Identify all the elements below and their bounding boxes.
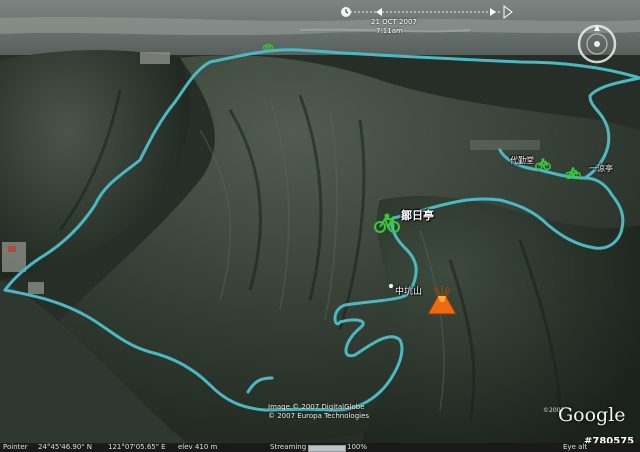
eye-altitude-label: Eye alt: [563, 443, 588, 451]
mountain-pin: [389, 284, 393, 288]
place-label-pavilion[interactable]: 鄒日亭: [401, 207, 434, 223]
streaming-percent: 100%: [347, 443, 368, 451]
time-slider-right-handle: [490, 8, 496, 16]
pointer-longitude: 121°07'05.65" E: [108, 443, 166, 451]
place-label-first-pavilion[interactable]: 一涼亭: [589, 163, 613, 174]
pointer-latitude: 24°45'46.90" N: [38, 443, 92, 451]
compass-navigation-icon[interactable]: [576, 23, 618, 65]
bicycle-icon[interactable]: [535, 158, 551, 170]
time-slider-clock: 7:11am: [376, 27, 403, 35]
streaming-progress-bar: [308, 445, 346, 452]
time-slider-left-handle: [376, 8, 382, 16]
attribution-line-2: © 2007 Europa Technologies: [268, 412, 370, 420]
place-label-activity-hall[interactable]: 代勤堂: [510, 155, 534, 166]
bicycle-icon[interactable]: [565, 167, 581, 179]
imagery-attribution: Image © 2007 DigitalGlobe © 2007 Europa …: [268, 403, 369, 421]
streaming-label: Streaming: [270, 443, 307, 451]
google-logo: Google: [558, 404, 626, 426]
play-icon: [503, 5, 513, 19]
attribution-line-1: Image © 2007 DigitalGlobe: [268, 403, 365, 411]
pointer-label: Pointer: [3, 443, 28, 451]
bicycle-icon[interactable]: [263, 42, 273, 50]
status-bar: Pointer 24°45'46.90" N 121°07'05.65" E e…: [0, 443, 640, 452]
pointer-elevation: elev 410 m: [178, 443, 218, 451]
red-roof: [8, 246, 16, 252]
clearing-top: [140, 52, 170, 64]
terrain-map[interactable]: [0, 0, 640, 452]
bicycle-icon[interactable]: [374, 213, 400, 233]
map-viewport[interactable]: 鄒日亭 中坑山 代勤堂 一涼亭 21 OCT 2007 7:11am Image…: [0, 0, 640, 452]
time-slider[interactable]: [336, 2, 522, 22]
streaming-progress-fill: [309, 446, 345, 451]
place-label-mountain[interactable]: 中坑山: [395, 284, 422, 297]
time-slider-date: 21 OCT 2007: [371, 18, 417, 26]
